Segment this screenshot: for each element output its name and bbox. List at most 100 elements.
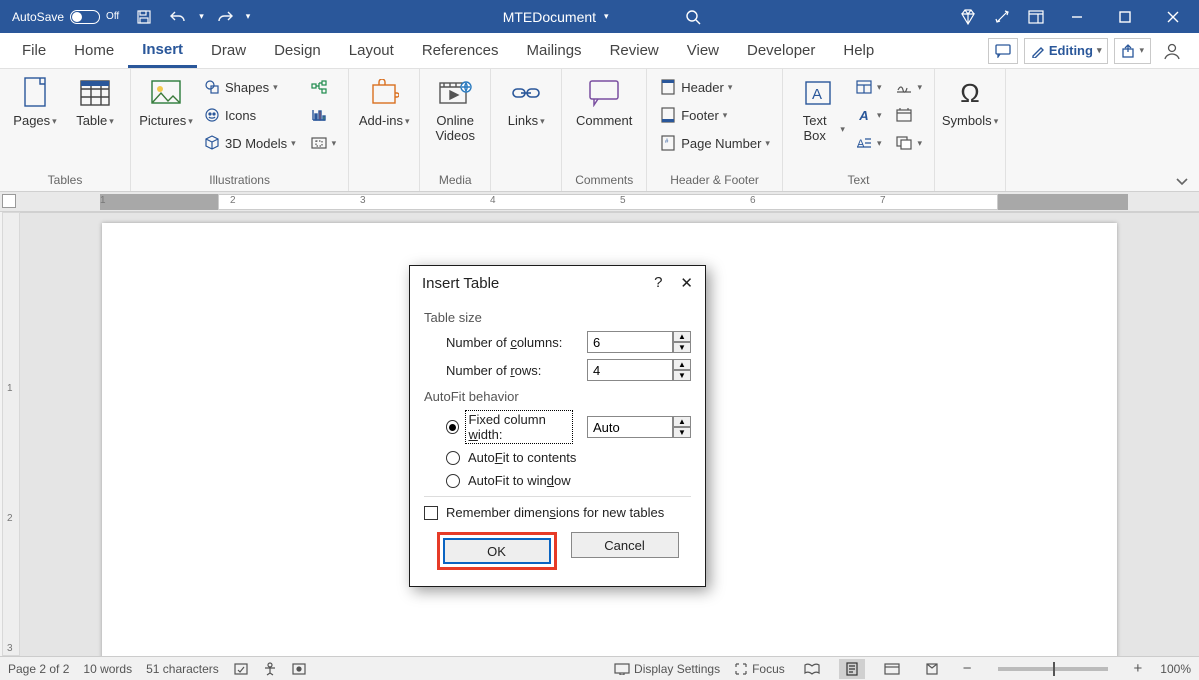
tab-draw[interactable]: Draw bbox=[197, 33, 260, 68]
remember-dimensions-label[interactable]: Remember dimensions for new tables bbox=[446, 505, 664, 520]
smartart-button[interactable] bbox=[306, 75, 341, 99]
addins-button[interactable]: Add-ins▾ bbox=[357, 75, 411, 129]
focus-mode-button[interactable]: Focus bbox=[734, 662, 785, 676]
rows-spin-down[interactable]: ▼ bbox=[673, 370, 691, 381]
tab-review[interactable]: Review bbox=[596, 33, 673, 68]
status-characters[interactable]: 51 characters bbox=[146, 662, 219, 676]
ruler-number: 7 bbox=[880, 195, 886, 206]
remember-dimensions-checkbox[interactable] bbox=[424, 506, 438, 520]
tab-mailings[interactable]: Mailings bbox=[513, 33, 596, 68]
cancel-button[interactable]: Cancel bbox=[571, 532, 679, 558]
3d-models-button[interactable]: 3D Models▾ bbox=[199, 131, 300, 155]
object-button[interactable]: ▾ bbox=[891, 131, 926, 155]
object-icon bbox=[895, 134, 913, 152]
autofit-contents-label[interactable]: AutoFit to contents bbox=[468, 450, 576, 465]
wordart-button[interactable]: A▾ bbox=[851, 103, 886, 127]
fixed-column-width-radio[interactable] bbox=[446, 420, 459, 434]
chart-button[interactable] bbox=[306, 103, 341, 127]
status-page[interactable]: Page 2 of 2 bbox=[8, 662, 69, 676]
autofit-window-label[interactable]: AutoFit to window bbox=[468, 473, 571, 488]
undo-icon[interactable] bbox=[165, 4, 191, 30]
tab-view[interactable]: View bbox=[673, 33, 733, 68]
tab-selector[interactable] bbox=[2, 194, 16, 208]
tab-developer[interactable]: Developer bbox=[733, 33, 829, 68]
redo-icon[interactable] bbox=[212, 4, 238, 30]
autofit-contents-radio[interactable] bbox=[446, 451, 460, 465]
drop-cap-button[interactable]: A▾ bbox=[851, 131, 886, 155]
premium-diamond-icon[interactable] bbox=[953, 2, 983, 32]
close-button[interactable] bbox=[1151, 0, 1195, 33]
fixed-column-width-label[interactable]: Fixed column width: bbox=[467, 412, 572, 442]
columns-spin-up[interactable]: ▲ bbox=[673, 331, 691, 342]
horizontal-ruler[interactable]: 1 2 3 4 5 6 7 bbox=[0, 192, 1199, 212]
display-settings-button[interactable]: Display Settings bbox=[614, 662, 720, 676]
width-spin-up[interactable]: ▲ bbox=[673, 416, 691, 427]
table-button[interactable]: Table▾ bbox=[68, 75, 122, 129]
zoom-percent[interactable]: 100% bbox=[1160, 662, 1191, 676]
read-mode-view-button[interactable] bbox=[799, 659, 825, 679]
web-layout-view-button[interactable] bbox=[879, 659, 905, 679]
page-number-button[interactable]: # Page Number▾ bbox=[655, 131, 774, 155]
table-icon bbox=[77, 75, 113, 111]
comments-toggle-button[interactable] bbox=[988, 38, 1018, 64]
tab-design[interactable]: Design bbox=[260, 33, 335, 68]
number-of-rows-input[interactable] bbox=[587, 359, 673, 381]
symbols-button[interactable]: Ω Symbols▾ bbox=[943, 75, 997, 129]
columns-spin-down[interactable]: ▼ bbox=[673, 342, 691, 353]
document-title-dropdown-icon[interactable]: ▾ bbox=[604, 11, 609, 22]
tab-insert[interactable]: Insert bbox=[128, 33, 197, 68]
autosave-toggle[interactable] bbox=[70, 10, 100, 24]
share-button[interactable]: ▾ bbox=[1114, 38, 1151, 64]
footer-button[interactable]: Footer▾ bbox=[655, 103, 774, 127]
tab-layout[interactable]: Layout bbox=[335, 33, 408, 68]
date-time-button[interactable] bbox=[891, 103, 926, 127]
window-options-icon[interactable] bbox=[1021, 2, 1051, 32]
document-title[interactable]: MTEDocument bbox=[503, 9, 596, 25]
text-box-button[interactable]: A Text Box▾ bbox=[791, 75, 845, 144]
account-icon[interactable] bbox=[1157, 41, 1187, 61]
online-videos-button[interactable]: Online Videos bbox=[428, 75, 482, 144]
editing-mode-button[interactable]: Editing ▾ bbox=[1024, 38, 1109, 64]
width-spin-down[interactable]: ▼ bbox=[673, 427, 691, 438]
save-icon[interactable] bbox=[131, 4, 157, 30]
autofit-window-radio[interactable] bbox=[446, 474, 460, 488]
number-of-columns-input[interactable] bbox=[587, 331, 673, 353]
header-button[interactable]: Header▾ bbox=[655, 75, 774, 99]
zoom-in-button[interactable]: + bbox=[1130, 660, 1147, 677]
screenshot-button[interactable]: ▾ bbox=[306, 131, 341, 155]
pictures-button[interactable]: Pictures▾ bbox=[139, 75, 193, 129]
svg-text:A: A bbox=[812, 86, 822, 103]
links-button[interactable]: Links▾ bbox=[499, 75, 553, 129]
collapse-ribbon-button[interactable] bbox=[1165, 173, 1199, 191]
dialog-close-button[interactable]: ✕ bbox=[680, 274, 693, 292]
print-layout-view-button[interactable] bbox=[839, 659, 865, 679]
zoom-out-button[interactable]: − bbox=[959, 660, 976, 677]
tab-home[interactable]: Home bbox=[60, 33, 128, 68]
zoom-slider[interactable] bbox=[998, 667, 1108, 671]
media-group-label: Media bbox=[439, 171, 472, 189]
tab-file[interactable]: File bbox=[8, 33, 60, 68]
quick-parts-button[interactable]: ▾ bbox=[851, 75, 886, 99]
undo-dropdown-icon[interactable]: ▾ bbox=[199, 11, 204, 22]
signature-line-button[interactable]: ▾ bbox=[891, 75, 926, 99]
pages-button[interactable]: Pages▾ bbox=[8, 75, 62, 129]
macro-icon[interactable] bbox=[291, 662, 307, 676]
shapes-button[interactable]: Shapes▾ bbox=[199, 75, 300, 99]
spelling-icon[interactable] bbox=[233, 662, 249, 676]
fixed-column-width-input[interactable] bbox=[587, 416, 673, 438]
ok-button[interactable]: OK bbox=[443, 538, 551, 564]
rows-spin-up[interactable]: ▲ bbox=[673, 359, 691, 370]
icons-button[interactable]: Icons bbox=[199, 103, 300, 127]
comment-button[interactable]: Comment bbox=[570, 75, 638, 129]
tab-references[interactable]: References bbox=[408, 33, 513, 68]
immersive-reader-button[interactable] bbox=[919, 659, 945, 679]
sparkle-icon[interactable] bbox=[987, 2, 1017, 32]
vertical-ruler[interactable]: 1 2 3 bbox=[2, 212, 20, 656]
accessibility-icon[interactable] bbox=[263, 662, 277, 676]
maximize-button[interactable] bbox=[1103, 0, 1147, 33]
search-icon[interactable] bbox=[685, 9, 701, 25]
minimize-button[interactable] bbox=[1055, 0, 1099, 33]
tab-help[interactable]: Help bbox=[829, 33, 888, 68]
dialog-help-button[interactable]: ? bbox=[654, 274, 662, 292]
status-words[interactable]: 10 words bbox=[83, 662, 132, 676]
